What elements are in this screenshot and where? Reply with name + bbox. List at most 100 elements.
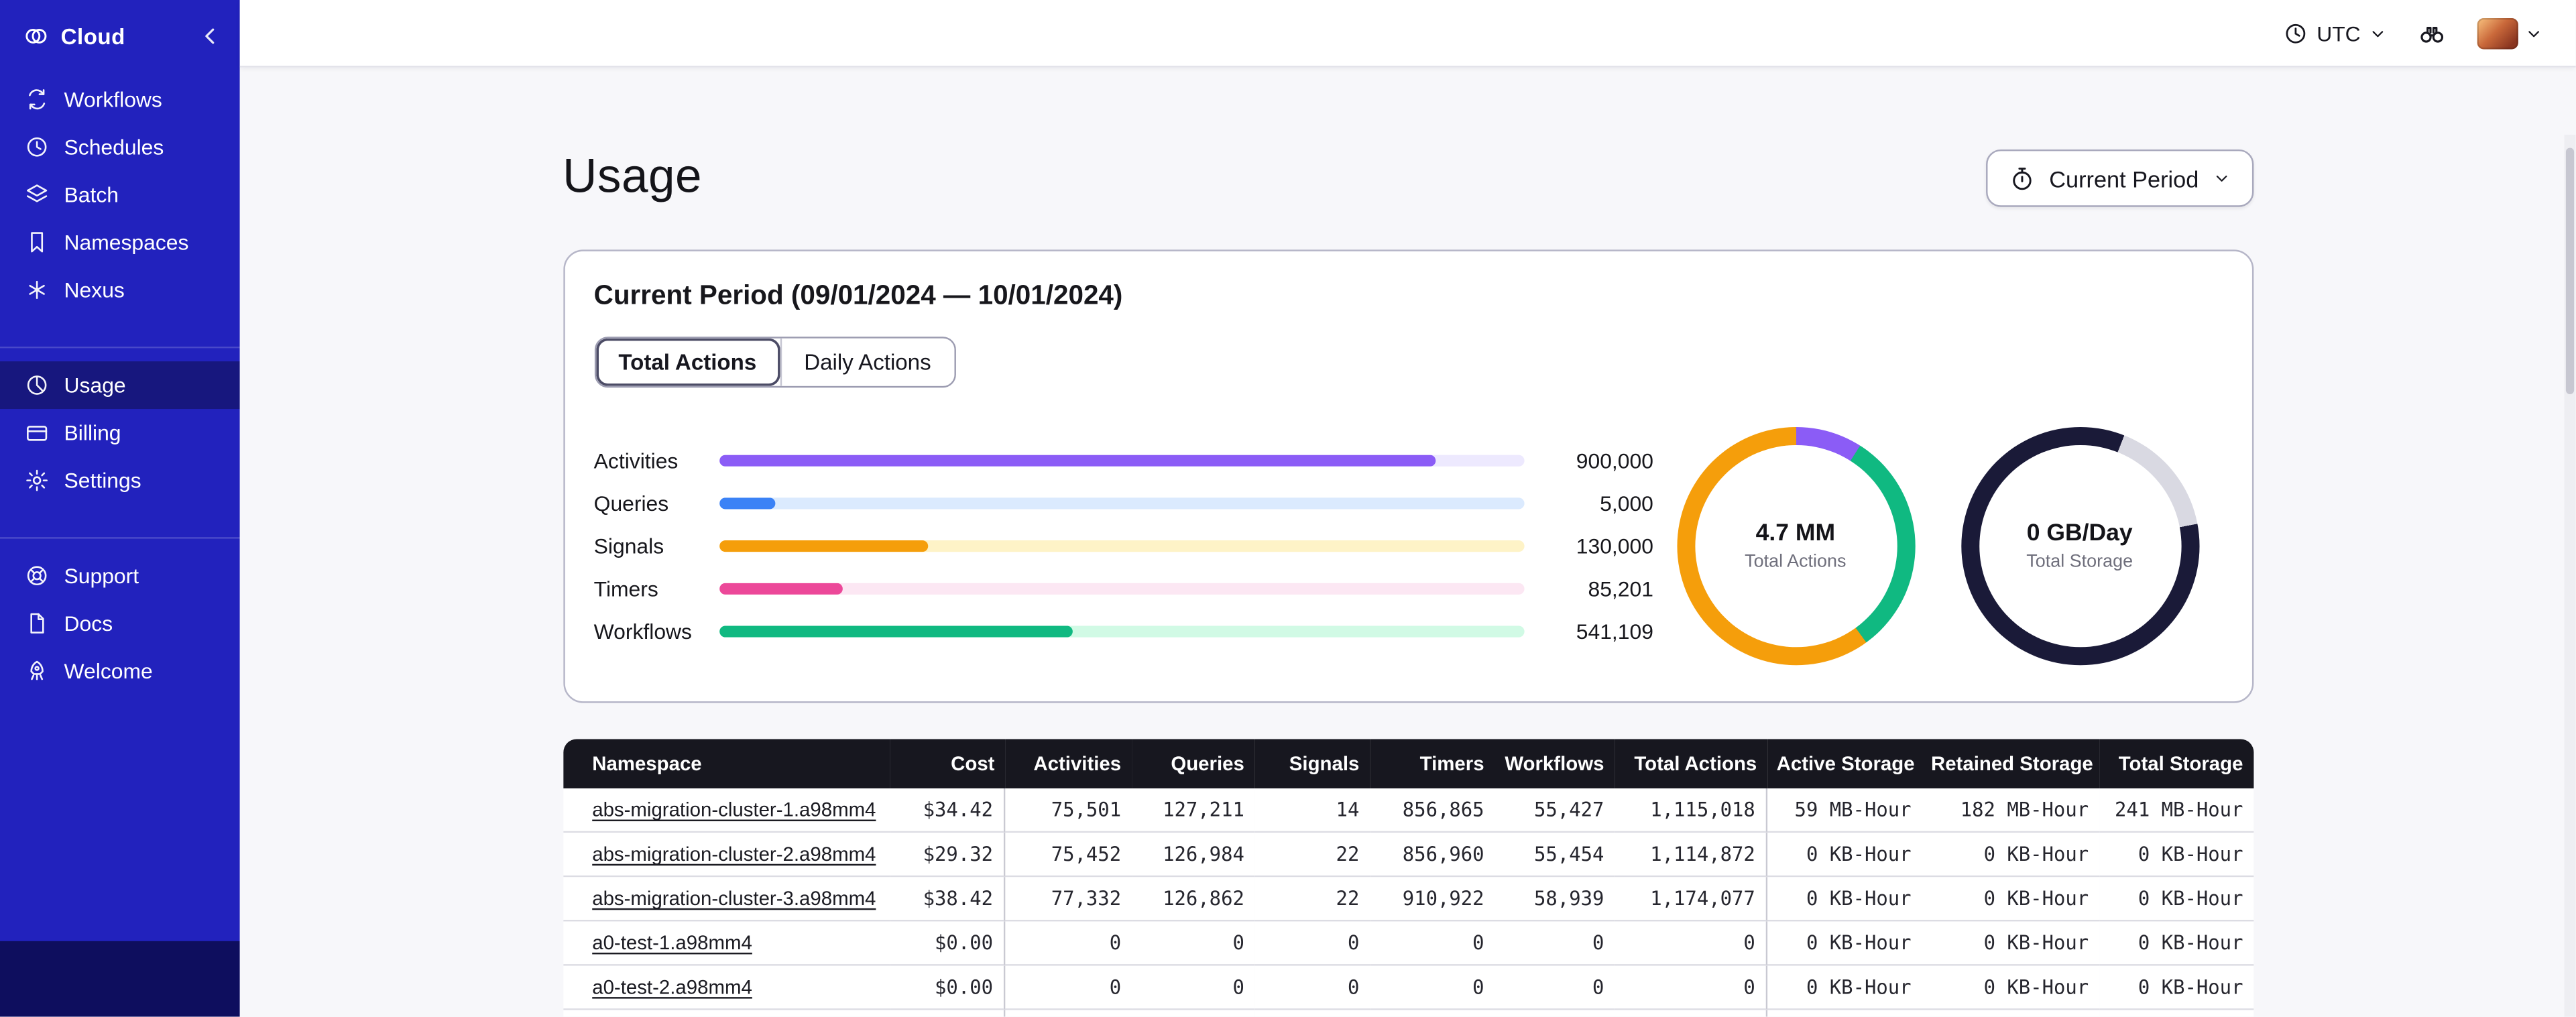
cell-active-storage: 59 MB-Hour [1766, 788, 1922, 833]
bar-row-queries: Queries 5,000 [594, 482, 1653, 525]
scrollbar-thumb[interactable] [2565, 147, 2575, 394]
sidebar-item-docs[interactable]: Docs [0, 599, 240, 647]
clock-icon [2284, 21, 2308, 46]
sidebar-item-nexus[interactable]: Nexus [0, 266, 240, 314]
cell-timers: 910,922 [1369, 877, 1495, 922]
sidebar-item-label: Settings [64, 468, 141, 493]
table-row: a0-test-1.a98mm4 $0.00 0 0 0 0 0 0 0 KB-Hour 0 KB… [563, 921, 2253, 966]
namespace-link[interactable]: abs-migration-cluster-1.a98mm4 [592, 798, 876, 821]
cell-namespace: abs-migration-cluster-3.a98mm4 [563, 877, 890, 922]
support-icon [25, 563, 50, 588]
cell-retained-storage: 0 KB-Hour [1921, 921, 2099, 966]
bar-row-signals: Signals 130,000 [594, 525, 1653, 568]
namespace-link[interactable]: abs-migration-cluster-3.a98mm4 [592, 887, 876, 910]
column-header-timers: Timers [1369, 739, 1495, 788]
cell-workflows: 0 [1494, 965, 1615, 1010]
cell-workflows: 0 [1494, 921, 1615, 966]
bar-value: 900,000 [1576, 448, 1653, 473]
page-title: Usage [563, 151, 702, 204]
bar-fill [718, 540, 928, 552]
cell-total-actions: 0 [1614, 921, 1767, 966]
cell-cost: $34.42 [889, 788, 1005, 833]
cell-workflows: 55,454 [1494, 833, 1615, 878]
cell-namespace: abs-migration-cluster-2.a98mm4 [563, 833, 890, 878]
cell-signals: 0 [1254, 965, 1370, 1010]
sidebar-item-workflows[interactable]: Workflows [0, 76, 240, 123]
column-header-total-storage: Total Storage [2098, 739, 2253, 788]
tab-daily-actions[interactable]: Daily Actions [779, 338, 954, 386]
table-row: a0-test-2.a98mm4 $0.00 0 0 0 0 0 0 0 KB-Hour 0 KB… [563, 965, 2253, 1010]
cell-timers: 856,960 [1369, 833, 1495, 878]
cell-activities: 75,452 [1004, 833, 1131, 878]
cell-queries: 0 [1130, 921, 1254, 966]
bar-row-timers: Timers 85,201 [594, 567, 1653, 610]
sidebar-item-welcome[interactable]: Welcome [0, 647, 240, 695]
namespace-link[interactable]: a0-test-2.a98mm4 [592, 975, 752, 998]
namespace-usage-table: Namespace Cost Activities Queries Signals Tim… [563, 739, 2253, 1017]
cell-active-storage: 0 KB-Hour [1766, 921, 1922, 966]
cell-queries: 126,862 [1130, 877, 1254, 922]
cell-activities: 77,332 [1004, 877, 1131, 922]
cell-total-actions: 0 [1614, 965, 1767, 1010]
avatar [2477, 17, 2518, 49]
schedules-icon [25, 135, 50, 160]
cell-namespace: a0-test-2.a98mm4 [563, 965, 890, 1010]
namespace-link[interactable]: a0-test-1.a98mm4 [592, 931, 752, 954]
cell-total-storage: 241 MB-Hour [2098, 788, 2253, 833]
cell-retained-storage: 0 KB-Hour [1921, 1010, 2099, 1017]
sidebar-collapse-button[interactable] [197, 23, 223, 49]
bar-label: Activities [593, 448, 679, 473]
total-actions-value: 4.7 MM [1755, 520, 1836, 547]
cell-timers: 0 [1369, 1010, 1495, 1017]
billing-icon [25, 420, 50, 445]
cell-total-storage: 0 KB-Hour [2098, 921, 2253, 966]
account-menu[interactable] [2477, 17, 2543, 49]
column-header-signals: Signals [1254, 739, 1370, 788]
cell-total-actions: 1,114,872 [1614, 833, 1767, 878]
brand: Cloud [0, 0, 240, 72]
cell-total-actions: 1,174,077 [1614, 877, 1767, 922]
batch-icon [25, 182, 50, 207]
sidebar-item-batch[interactable]: Batch [0, 171, 240, 219]
timezone-label: UTC [2317, 20, 2361, 46]
cell-workflows: 1 [1494, 1010, 1615, 1017]
cell-signals: 22 [1254, 877, 1370, 922]
bar-track [718, 497, 1524, 510]
column-header-activities: Activities [1004, 739, 1131, 788]
sidebar-item-settings[interactable]: Settings [0, 457, 240, 504]
cell-active-storage: 0 KB-Hour [1766, 1010, 1922, 1017]
sidebar-item-support[interactable]: Support [0, 552, 240, 599]
total-storage-value: 0 GB/Day [2026, 520, 2133, 547]
stopwatch-icon [2009, 165, 2036, 191]
cell-activities: 75,501 [1004, 788, 1131, 833]
charts-row: Activities 900,000 Queries 5,000 Signals 130,… [594, 427, 2222, 675]
bar-fill [718, 583, 843, 595]
sidebar-item-label: Workflows [64, 86, 162, 112]
cell-total-storage: 0 KB-Hour [2098, 833, 2253, 878]
actions-tab-group: Total Actions Daily Actions [593, 337, 956, 388]
namespace-link[interactable]: abs-migration-cluster-2.a98mm4 [592, 843, 876, 865]
cell-timers: 0 [1369, 965, 1495, 1010]
column-header-total-actions: Total Actions [1614, 739, 1767, 788]
total-actions-donut: 4.7 MM Total Actions [1676, 427, 1915, 666]
total-actions-donut-center: 4.7 MM Total Actions [1694, 444, 1897, 648]
sidebar-item-usage[interactable]: Usage [0, 361, 240, 410]
period-selector-button[interactable]: Current Period [1987, 149, 2253, 207]
cell-active-storage: 0 KB-Hour [1766, 877, 1922, 922]
timezone-selector[interactable]: UTC [2284, 20, 2387, 46]
sidebar-item-schedules[interactable]: Schedules [0, 123, 240, 171]
sidebar-group-main: Workflows Schedules Batch Namespaces Nexus [0, 72, 240, 317]
tab-total-actions[interactable]: Total Actions [595, 338, 780, 386]
cell-total-storage: 0 KB-Hour [2098, 1010, 2253, 1017]
cell-queries: 0 [1130, 1010, 1254, 1017]
binoculars-button[interactable] [2416, 19, 2448, 47]
scrollbar-track[interactable] [2564, 134, 2576, 1017]
bar-label: Signals [593, 534, 664, 558]
sidebar-item-billing[interactable]: Billing [0, 409, 240, 457]
chevron-down-icon [2525, 24, 2543, 42]
bar-row-workflows: Workflows 541,109 [594, 610, 1653, 653]
sidebar-item-namespaces[interactable]: Namespaces [0, 219, 240, 266]
cell-signals: 0 [1254, 921, 1370, 966]
column-header-namespace: Namespace [563, 739, 890, 788]
brand-label: Cloud [60, 23, 125, 49]
